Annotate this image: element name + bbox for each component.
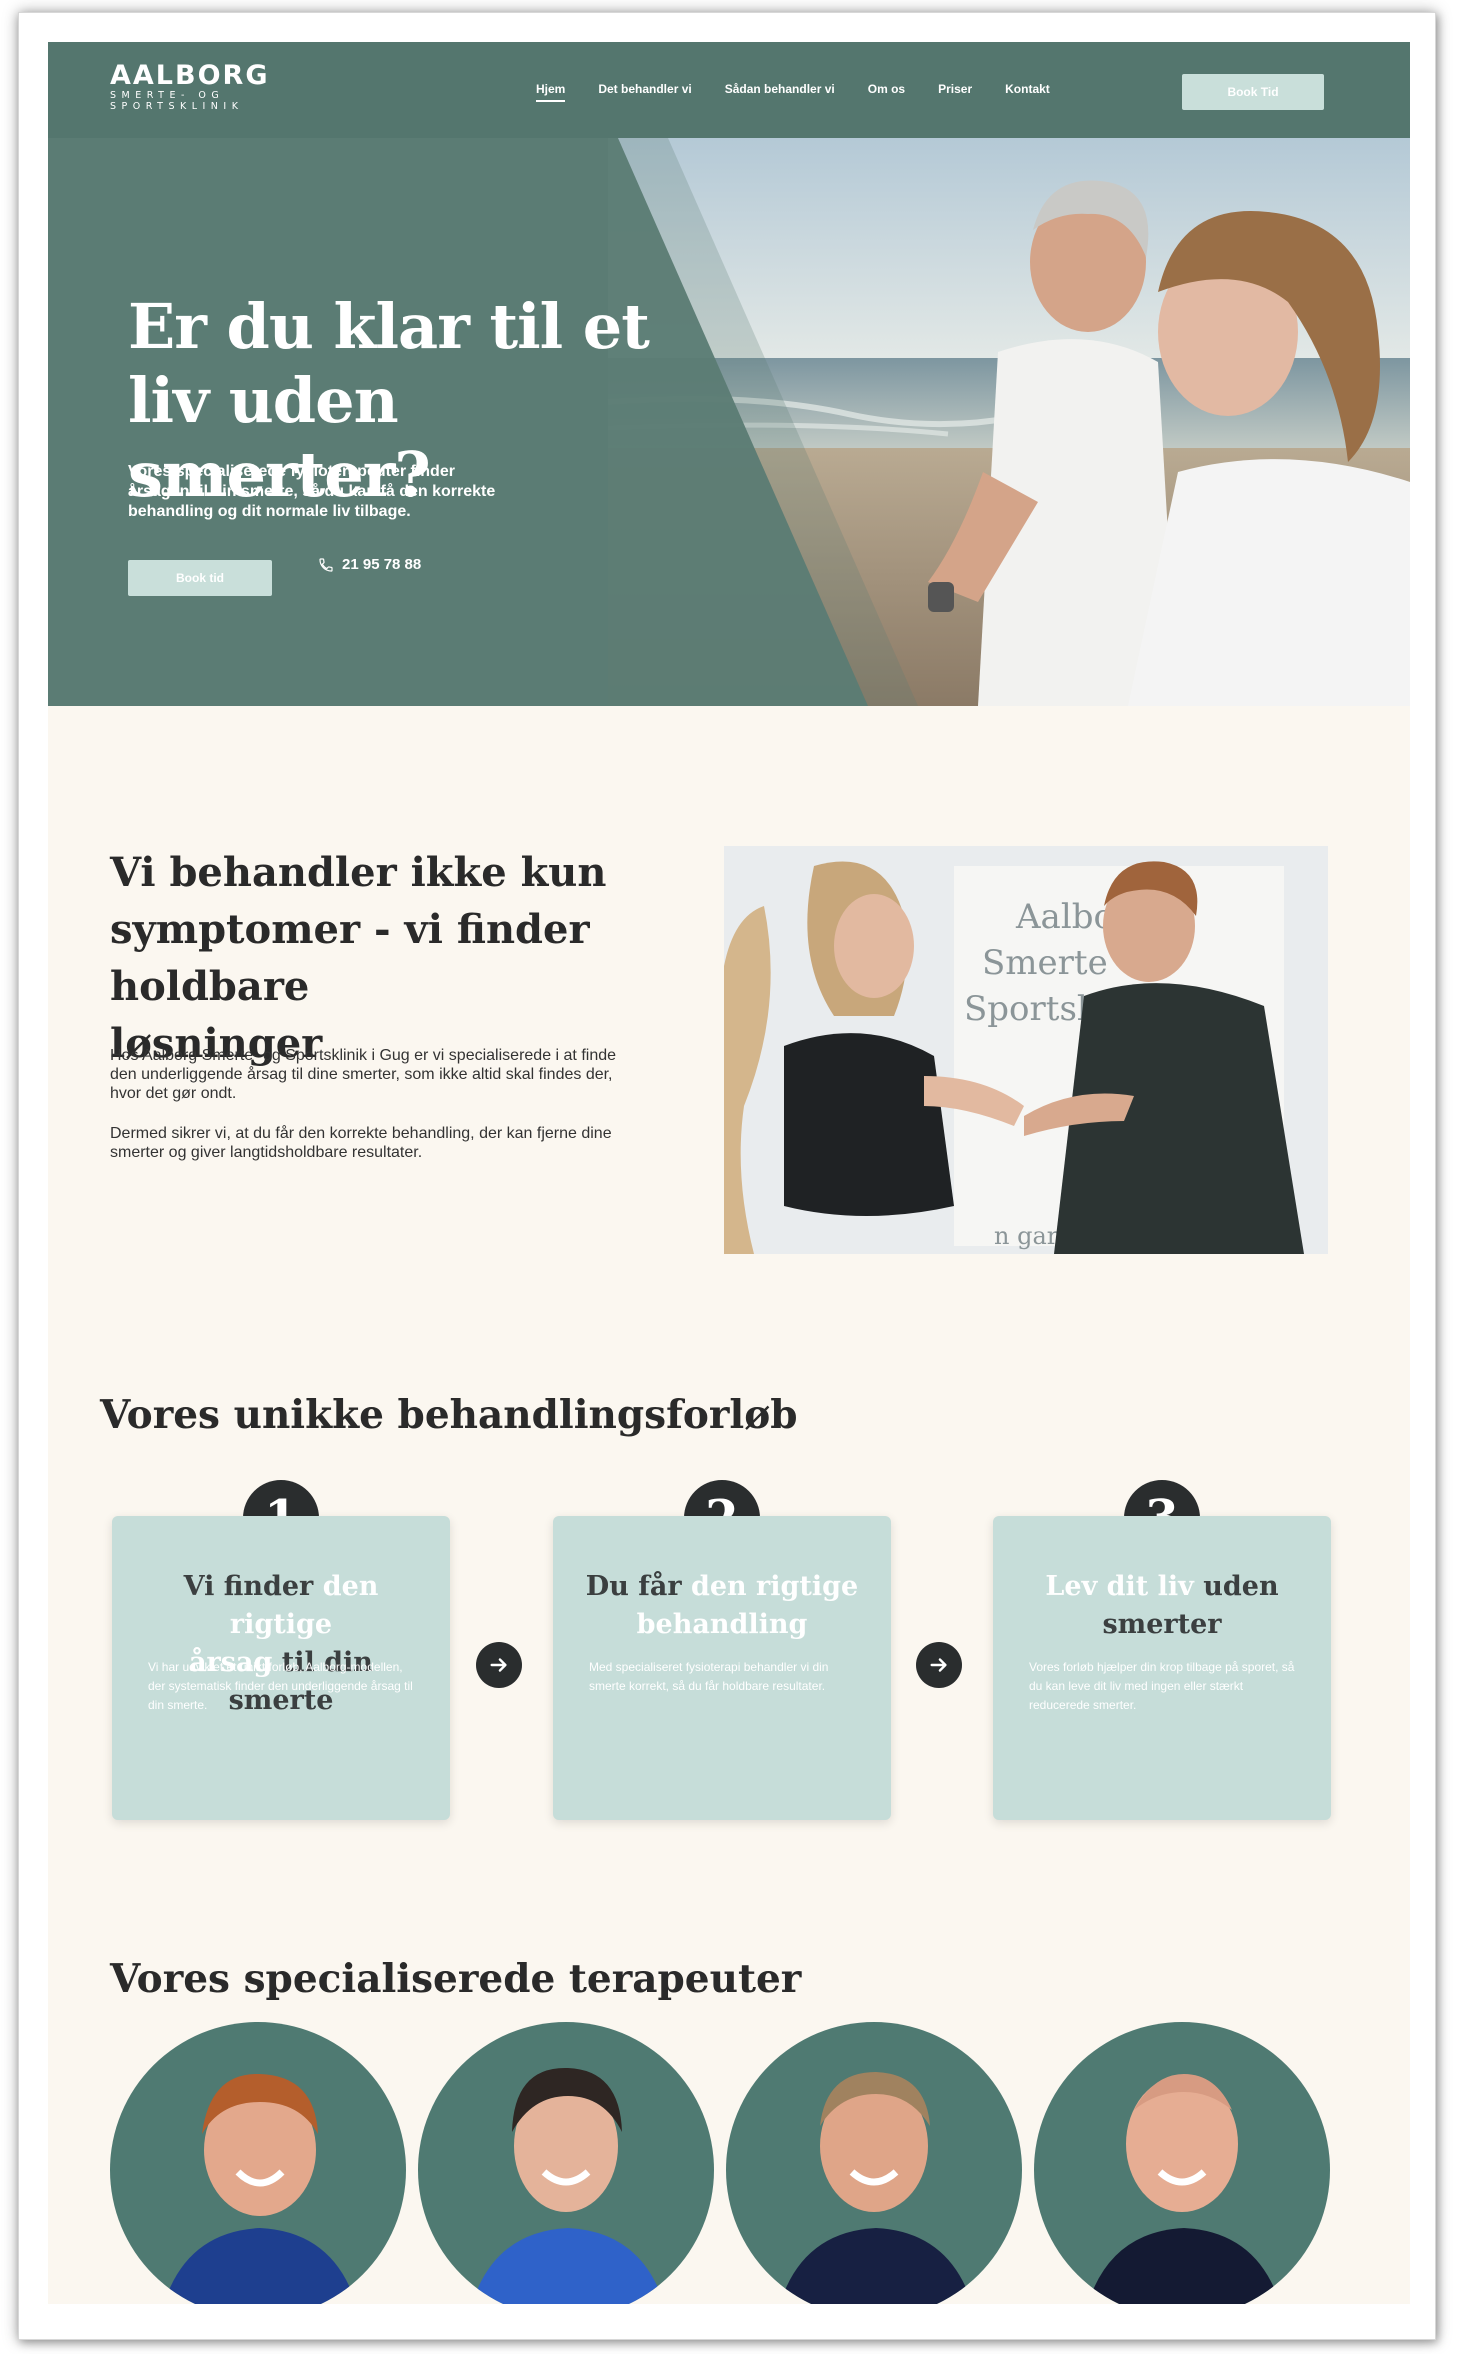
clinic-treatment-photo: Aalbor Smerte Sportsklin n garanti f bbox=[724, 846, 1328, 1254]
logo-subtitle-1: SMERTE- OG bbox=[110, 90, 225, 101]
hero-title-line-1: Er du klar til et bbox=[128, 290, 650, 363]
step-2-text: Med specialiseret fysioterapi behandler … bbox=[589, 1660, 829, 1693]
step-1-card: Vi finder den rigtige årsag til din smer… bbox=[112, 1516, 450, 1820]
hero-phone-number: 21 95 78 88 bbox=[342, 556, 422, 573]
arrow-right-icon bbox=[930, 1658, 947, 1672]
therapist-photo-1 bbox=[163, 2073, 357, 2304]
arrow-right-icon bbox=[490, 1658, 507, 1672]
book-tid-nav-button[interactable]: Book Tid bbox=[1182, 74, 1324, 110]
nav-item-det-behandler-vi[interactable]: Det behandler vi bbox=[598, 82, 691, 102]
step-1-text: Vi har udviklet et unikt forløb, Aalborg… bbox=[148, 1660, 413, 1712]
step-1-title-part-1: Vi finder bbox=[183, 1571, 323, 1602]
intro-title-line-1: Vi behandler ikke kun bbox=[110, 849, 607, 896]
therapist-photo-4 bbox=[1087, 2074, 1281, 2304]
nav-item-om-os[interactable]: Om os bbox=[868, 82, 905, 102]
hero-section: AALBORG SMERTE- OG SPORTSKLINIK Hjem Det… bbox=[48, 42, 1410, 706]
step-2-title-highlight-2: behandling bbox=[636, 1609, 808, 1640]
main-nav: Hjem Det behandler vi Sådan behandler vi… bbox=[536, 82, 1083, 102]
hero-phone-link[interactable]: 21 95 78 88 bbox=[318, 556, 421, 573]
step-3-title-part-1: uden bbox=[1193, 1571, 1279, 1602]
step-2-title-part-1: Du får bbox=[585, 1571, 691, 1602]
intro-title-line-2: symptomer - vi finder holdbare bbox=[110, 906, 590, 1010]
step-3-title: Lev dit liv uden smerter bbox=[1013, 1568, 1311, 1644]
process-section-title: Vores unikke behandlingsforløb bbox=[100, 1392, 798, 1438]
site-logo[interactable]: AALBORG SMERTE- OG SPORTSKLINIK bbox=[110, 60, 270, 113]
therapist-portrait-2[interactable] bbox=[418, 2022, 714, 2304]
step-3-title-highlight-1: Lev dit liv bbox=[1045, 1571, 1194, 1602]
therapist-photo-2 bbox=[471, 2067, 665, 2304]
logo-subtitle-2: SPORTSKLINIK bbox=[110, 101, 244, 112]
step-3-title-part-2: smerter bbox=[1102, 1609, 1222, 1640]
step-arrow-1[interactable] bbox=[476, 1642, 522, 1688]
web-page: AALBORG SMERTE- OG SPORTSKLINIK Hjem Det… bbox=[48, 42, 1410, 2304]
phone-icon bbox=[319, 557, 333, 572]
hero-book-button[interactable]: Book tid bbox=[128, 560, 272, 596]
therapist-photo-3 bbox=[779, 2072, 973, 2304]
therapist-portrait-3[interactable] bbox=[726, 2022, 1022, 2304]
nav-item-hjem[interactable]: Hjem bbox=[536, 82, 566, 102]
nav-item-priser[interactable]: Priser bbox=[938, 82, 972, 102]
intro-paragraph-2: Dermed sikrer vi, at du får den korrekte… bbox=[110, 1125, 612, 1161]
step-3-card: Lev dit liv uden smerter Vores forløb hj… bbox=[993, 1516, 1331, 1820]
step-2-title: Du får den rigtige behandling bbox=[573, 1568, 871, 1644]
step-2-card: Du får den rigtige behandling Med specia… bbox=[553, 1516, 891, 1820]
hero-description: Vores specialiserede fysioterapeuter fin… bbox=[128, 463, 496, 520]
therapist-portrait-1[interactable] bbox=[110, 2022, 406, 2304]
top-navigation-bar: AALBORG SMERTE- OG SPORTSKLINIK Hjem Det… bbox=[48, 42, 1410, 138]
therapist-portrait-4[interactable] bbox=[1034, 2022, 1330, 2304]
intro-paragraph-1: Hos Aalborg Smerte- og Sportsklinik i Gu… bbox=[110, 1047, 617, 1102]
logo-main-text: AALBORG bbox=[110, 60, 270, 91]
nav-item-kontakt[interactable]: Kontakt bbox=[1005, 82, 1050, 102]
photo-sign-line-2: Smerte bbox=[982, 943, 1108, 983]
step-3-text: Vores forløb hjælper din krop tilbage på… bbox=[1029, 1660, 1295, 1712]
intro-title: Vi behandler ikke kun symptomer - vi fin… bbox=[110, 844, 750, 1072]
step-2-title-highlight-1: den rigtige bbox=[690, 1571, 859, 1602]
therapists-section-title: Vores specialiserede terapeuter bbox=[110, 1956, 802, 2002]
step-arrow-2[interactable] bbox=[916, 1642, 962, 1688]
nav-item-saadan-behandler-vi[interactable]: Sådan behandler vi bbox=[725, 82, 835, 102]
